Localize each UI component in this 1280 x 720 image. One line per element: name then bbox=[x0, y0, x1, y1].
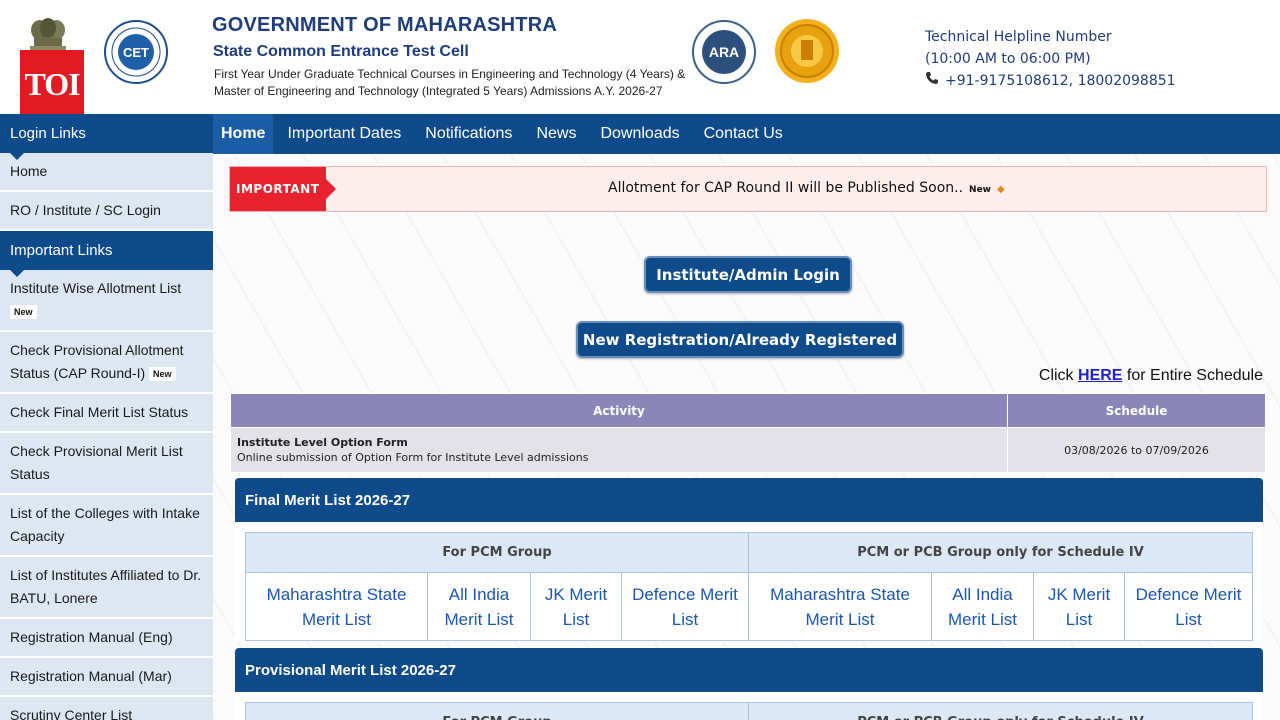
all-india-merit-link[interactable]: All India Merit List bbox=[427, 572, 531, 641]
sidebar-item-provisional-allotment[interactable]: Check Provisional Allotment Status (CAP … bbox=[0, 332, 213, 394]
cet-logo-icon: CET bbox=[104, 20, 168, 84]
table-row: Institute Level Option Form Online submi… bbox=[230, 427, 1266, 473]
schedule-header: Schedule bbox=[1007, 393, 1266, 428]
sidebar-item-manual-eng[interactable]: Registration Manual (Eng) bbox=[0, 619, 213, 658]
provisional-merit-panel: Provisional Merit List 2026-27 For PCM G… bbox=[235, 648, 1263, 720]
toi-logo: TOI bbox=[20, 50, 84, 118]
important-notice-bar: IMPORTANT Allotment for CAP Round II wil… bbox=[229, 166, 1267, 212]
main-content: IMPORTANT Allotment for CAP Round II wil… bbox=[213, 154, 1280, 720]
nav-downloads[interactable]: Downloads bbox=[588, 114, 691, 154]
schedule-iv-header: PCM or PCB Group only for Schedule IV bbox=[748, 532, 1253, 573]
schedule-iv-header: PCM or PCB Group only for Schedule IV bbox=[748, 702, 1253, 720]
jk-merit-link-sch4[interactable]: JK Merit List bbox=[1033, 572, 1125, 641]
all-india-merit-link-sch4[interactable]: All India Merit List bbox=[931, 572, 1034, 641]
nav-important-dates[interactable]: Important Dates bbox=[275, 114, 413, 154]
helpline-hours: (10:00 AM to 06:00 PM) bbox=[925, 51, 1091, 67]
diamond-icon: ◆ bbox=[997, 184, 1005, 195]
final-merit-table: For PCM Group PCM or PCB Group only for … bbox=[245, 532, 1253, 641]
final-merit-title: Final Merit List 2026-27 bbox=[245, 491, 411, 509]
sidebar-item-batu-institutes[interactable]: List of Institutes Affiliated to Dr. BAT… bbox=[0, 557, 213, 619]
nav-notifications[interactable]: Notifications bbox=[413, 114, 524, 154]
final-merit-panel: Final Merit List 2026-27 For PCM Group P… bbox=[235, 478, 1263, 641]
sidebar-item-manual-mar[interactable]: Registration Manual (Mar) bbox=[0, 658, 213, 697]
sidebar-item-scrutiny-centers[interactable]: Scrutiny Center List bbox=[0, 697, 213, 720]
sidebar-heading-important-links: Important Links bbox=[0, 231, 213, 277]
sidebar-heading-login-links: Login Links bbox=[0, 114, 213, 160]
provisional-merit-table: For PCM Group PCM or PCB Group only for … bbox=[245, 702, 1253, 720]
nav-news[interactable]: News bbox=[524, 114, 588, 154]
activity-schedule-table: Activity Schedule Institute Level Option… bbox=[230, 393, 1266, 473]
schedule-cell: 03/08/2026 to 07/09/2026 bbox=[1007, 427, 1266, 473]
header-description-line-1: First Year Under Graduate Technical Cour… bbox=[214, 67, 686, 81]
page-subtitle: State Common Entrance Test Cell bbox=[213, 43, 469, 60]
provisional-merit-title: Provisional Merit List 2026-27 bbox=[245, 661, 456, 679]
maharashtra-seal-icon bbox=[774, 18, 840, 84]
helpline-phones[interactable]: +91-9175108612, 18002098851 bbox=[945, 70, 1176, 92]
nav-contact-us[interactable]: Contact Us bbox=[692, 114, 795, 154]
schedule-here-link[interactable]: HERE bbox=[1078, 367, 1122, 384]
left-sidebar: Login Links Home RO / Institute / SC Log… bbox=[0, 114, 213, 720]
maharashtra-merit-link-sch4[interactable]: Maharashtra State Merit List bbox=[748, 572, 932, 641]
sidebar-item-institute-allotment[interactable]: Institute Wise Allotment List New bbox=[0, 270, 213, 332]
page-title: GOVERNMENT OF MAHARASHTRA bbox=[212, 14, 557, 36]
svg-text:CET: CET bbox=[123, 45, 149, 60]
activity-header: Activity bbox=[230, 393, 1008, 428]
maharashtra-merit-link[interactable]: Maharashtra State Merit List bbox=[245, 572, 428, 641]
pcm-group-header: For PCM Group bbox=[245, 702, 749, 720]
defence-merit-link-sch4[interactable]: Defence Merit List bbox=[1124, 572, 1253, 641]
sidebar-item-ro-login[interactable]: RO / Institute / SC Login bbox=[0, 192, 213, 231]
helpline-title: Technical Helpline Number bbox=[925, 29, 1112, 45]
site-header: TOI CET GOVERNMENT OF MAHARASHTRA State … bbox=[0, 0, 1280, 118]
header-description-line-2: Master of Engineering and Technology (In… bbox=[214, 84, 663, 98]
defence-merit-link[interactable]: Defence Merit List bbox=[621, 572, 749, 641]
important-label: IMPORTANT bbox=[230, 167, 336, 211]
institute-admin-login-button[interactable]: Institute/Admin Login bbox=[644, 256, 852, 293]
phone-icon bbox=[925, 70, 939, 92]
activity-cell: Institute Level Option Form Online submi… bbox=[230, 427, 1008, 473]
pcm-group-header: For PCM Group bbox=[245, 532, 749, 573]
ara-logo-icon: ARA bbox=[692, 20, 756, 84]
jk-merit-link[interactable]: JK Merit List bbox=[530, 572, 622, 641]
entire-schedule-text: Click HERE for Entire Schedule bbox=[1038, 367, 1263, 384]
sidebar-item-colleges-intake[interactable]: List of the Colleges with Intake Capacit… bbox=[0, 495, 213, 557]
nav-home[interactable]: Home bbox=[213, 114, 274, 154]
new-badge: New bbox=[149, 367, 176, 382]
new-badge: New bbox=[969, 185, 991, 195]
helpline-info: Technical Helpline Number (10:00 AM to 0… bbox=[925, 26, 1176, 92]
sidebar-item-final-merit-status[interactable]: Check Final Merit List Status bbox=[0, 394, 213, 433]
sidebar-item-provisional-merit-status[interactable]: Check Provisional Merit List Status bbox=[0, 433, 213, 495]
sidebar-item-home[interactable]: Home bbox=[0, 153, 213, 192]
new-registration-button[interactable]: New Registration/Already Registered bbox=[576, 321, 904, 358]
new-badge: New bbox=[10, 305, 37, 320]
top-nav: Home Important Dates Notifications News … bbox=[213, 114, 1280, 154]
notice-text[interactable]: Allotment for CAP Round II will be Publi… bbox=[608, 180, 1005, 196]
svg-text:ARA: ARA bbox=[709, 44, 739, 60]
